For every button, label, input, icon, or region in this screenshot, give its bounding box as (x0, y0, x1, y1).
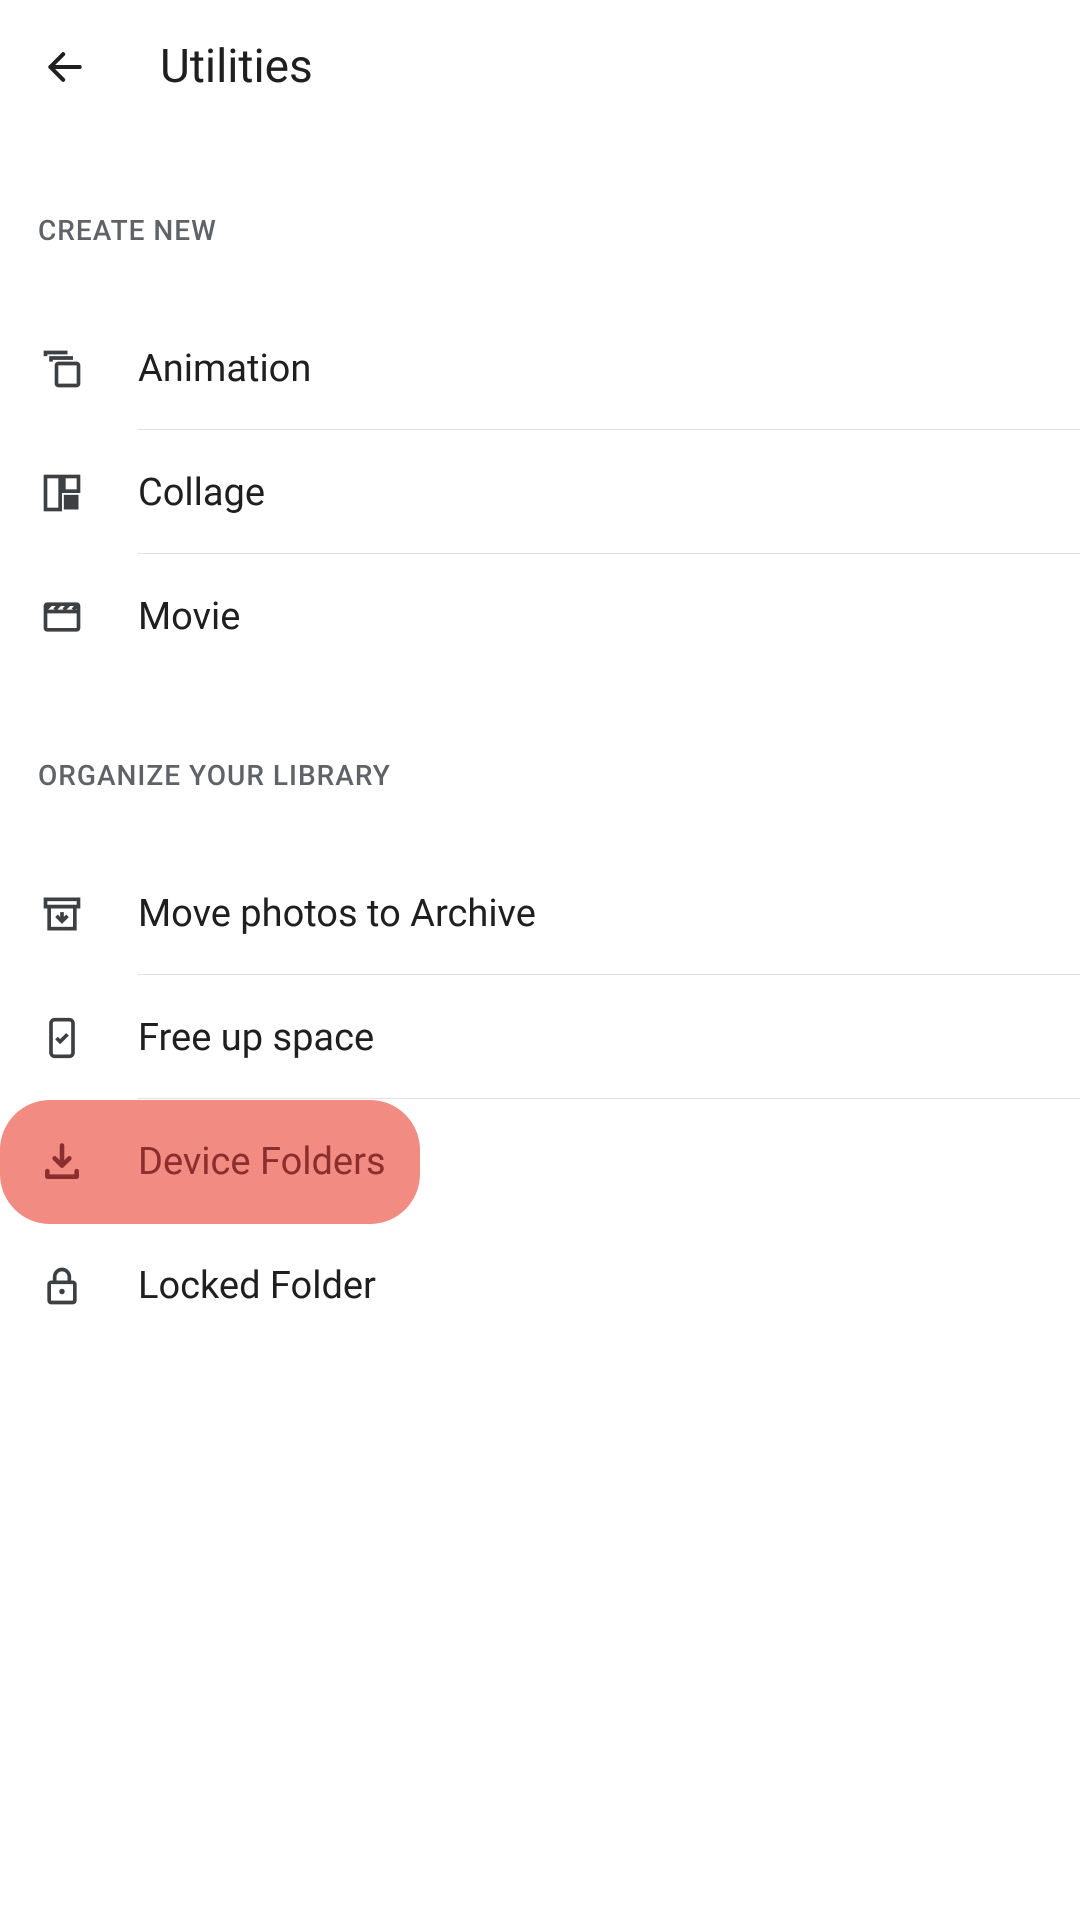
item-label: Collage (138, 471, 265, 515)
item-collage[interactable]: Collage (0, 431, 1080, 555)
item-movie[interactable]: Movie (0, 555, 1080, 679)
movie-icon (38, 593, 86, 641)
animation-icon (38, 345, 86, 393)
back-arrow-icon (43, 45, 87, 89)
section-header-organize: ORGANIZE YOUR LIBRARY (0, 679, 1080, 822)
freeup-icon (38, 1014, 86, 1062)
item-freeup[interactable]: Free up space (0, 976, 1080, 1100)
header: Utilities (0, 0, 1080, 134)
section-header-create: CREATE NEW (0, 134, 1080, 277)
collage-icon (38, 469, 86, 517)
item-archive[interactable]: Move photos to Archive (0, 852, 1080, 976)
section-organize: ORGANIZE YOUR LIBRARY Move photos to Arc… (0, 679, 1080, 1348)
import-icon (38, 1138, 86, 1186)
item-label: Device Folders (138, 1140, 386, 1184)
page-title: Utilities (160, 40, 313, 94)
item-label: Free up space (138, 1016, 374, 1060)
item-label: Animation (138, 347, 311, 391)
section-create: CREATE NEW Animation (0, 134, 1080, 679)
item-locked-folder[interactable]: Locked Folder (0, 1224, 1080, 1348)
item-label: Movie (138, 595, 240, 639)
item-label: Move photos to Archive (138, 892, 536, 936)
item-animation[interactable]: Animation (0, 307, 1080, 431)
lock-icon (38, 1262, 86, 1310)
back-button[interactable] (40, 42, 90, 92)
archive-icon (38, 890, 86, 938)
item-label: Locked Folder (138, 1264, 376, 1308)
item-device-folders[interactable]: Device Folders (0, 1100, 420, 1224)
